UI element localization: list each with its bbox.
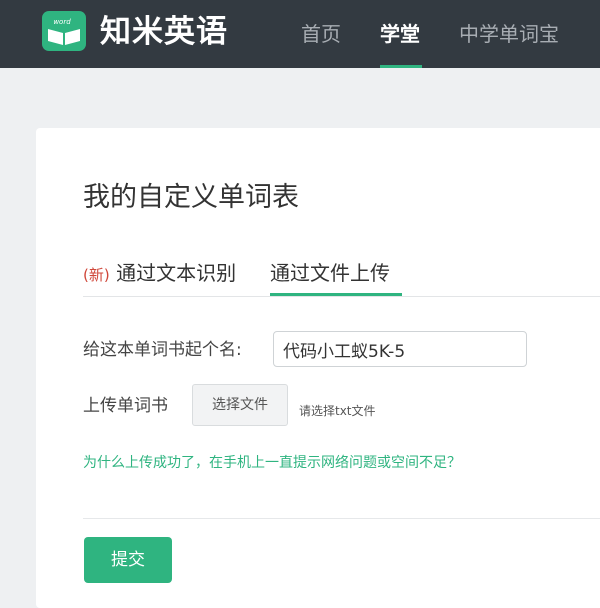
submit-button[interactable]: 提交 [84, 537, 172, 583]
logo-text: word [53, 18, 71, 26]
nav-item-middle-school-vocab[interactable]: 中学单词宝 [459, 20, 559, 48]
upload-label: 上传单词书 [83, 396, 168, 416]
nav-item-academy[interactable]: 学堂 [380, 20, 420, 48]
book-name-label: 给这本单词书起个名: [83, 340, 242, 360]
form-divider [83, 518, 600, 519]
logo[interactable]: word [42, 11, 86, 51]
top-navigation-bar: word 知米英语 首页 学堂 中学单词宝 [0, 0, 600, 68]
file-hint: 请选择txt文件 [299, 404, 376, 418]
tab-text-recognition[interactable]: (新) 通过文本识别 [83, 259, 236, 289]
tab-text-recognition-label: 通过文本识别 [116, 261, 237, 285]
tab-file-upload[interactable]: 通过文件上传 [270, 259, 390, 287]
page-title: 我的自定义单词表 [83, 182, 299, 213]
book-icon: word [48, 18, 80, 45]
brand-name[interactable]: 知米英语 [100, 12, 228, 52]
tab-divider [83, 296, 600, 297]
book-name-input[interactable] [273, 331, 527, 367]
tab-file-upload-label: 通过文件上传 [270, 261, 390, 285]
choose-file-button[interactable]: 选择文件 [192, 384, 288, 426]
nav-active-indicator [380, 65, 422, 68]
new-badge: (新) [83, 266, 110, 284]
upload-help-link[interactable]: 为什么上传成功了，在手机上一直提示网络问题或空间不足？ [83, 452, 461, 474]
nav-item-home[interactable]: 首页 [301, 20, 341, 48]
